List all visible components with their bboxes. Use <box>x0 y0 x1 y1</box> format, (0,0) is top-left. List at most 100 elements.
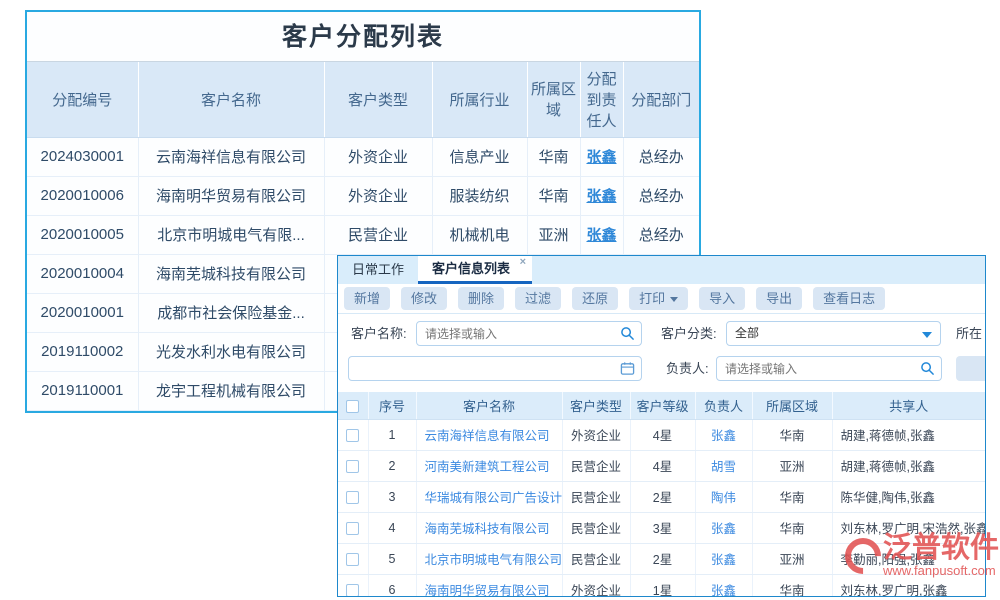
owner-link[interactable]: 张鑫 <box>586 149 616 166</box>
customer-type: 外资企业 <box>324 137 432 176</box>
select-all-checkbox[interactable] <box>346 400 359 413</box>
alloc-id-link[interactable]: 2020010004 <box>27 254 138 293</box>
customer-name-link[interactable]: 云南海祥信息有限公司 <box>138 137 324 176</box>
page-title: 客户分配列表 <box>27 12 699 62</box>
customer-name-link[interactable]: 成都市社会保险基金... <box>138 293 324 332</box>
row-checkbox[interactable] <box>346 553 359 566</box>
filter-button[interactable]: 过滤 <box>515 287 561 310</box>
col-header-grade: 客户等级 <box>630 392 695 419</box>
table-row: 3 华瑞城有限公司广告设计部 民营企业 2星 陶伟 华南 陈华健,陶伟,张鑫 <box>338 481 985 512</box>
customer-name-link[interactable]: 海南明华贸易有限公司 <box>425 584 550 597</box>
alloc-id-link[interactable]: 2020010006 <box>27 176 138 215</box>
table-row: 1 云南海祥信息有限公司 外资企业 4星 张鑫 华南 胡建,蒋德帧,张鑫 <box>338 419 985 450</box>
shared-people: 陈华健,陶伟,张鑫 <box>832 481 985 512</box>
col-header-customer-type: 客户类型 <box>324 62 432 137</box>
grade: 2星 <box>630 481 695 512</box>
customer-name-link[interactable]: 海南芜城科技有限公司 <box>425 522 550 536</box>
alloc-id-link[interactable]: 2019110001 <box>27 371 138 410</box>
clipped-button[interactable] <box>956 356 986 381</box>
owner-link[interactable]: 胡雪 <box>711 460 736 474</box>
seq: 4 <box>368 512 416 543</box>
customer-type: 外资企业 <box>562 574 630 597</box>
alloc-id-link[interactable]: 2019110002 <box>27 332 138 371</box>
seq: 5 <box>368 543 416 574</box>
owner-input[interactable] <box>716 356 942 381</box>
edit-button[interactable]: 修改 <box>401 287 447 310</box>
table-row: 5 北京市明城电气有限公司 民营企业 2星 张鑫 亚洲 李勤丽,阳强,张鑫 <box>338 543 985 574</box>
close-icon[interactable]: × <box>520 257 526 268</box>
col-header-customer-name: 客户名称 <box>416 392 562 419</box>
tab-customer-info-list[interactable]: 客户信息列表 × <box>418 256 532 284</box>
owner-link[interactable]: 陶伟 <box>711 491 736 505</box>
customer-table: 序号 客户名称 客户类型 客户等级 负责人 所属区域 共享人 1 云南海祥信息有… <box>338 392 985 597</box>
region: 华南 <box>527 176 580 215</box>
customer-type: 外资企业 <box>324 176 432 215</box>
owner-link[interactable]: 张鑫 <box>711 522 736 536</box>
print-button[interactable]: 打印 <box>629 287 688 310</box>
grade: 4星 <box>630 450 695 481</box>
search-icon[interactable] <box>920 361 935 376</box>
col-header-owner: 分配到责任人 <box>580 62 623 137</box>
customer-name-link[interactable]: 海南芜城科技有限公司 <box>138 254 324 293</box>
shared-people: 李勤丽,阳强,张鑫 <box>832 543 985 574</box>
row-checkbox[interactable] <box>346 584 359 597</box>
col-header-alloc-id: 分配编号 <box>27 62 138 137</box>
customer-type: 民营企业 <box>562 512 630 543</box>
owner-link[interactable]: 张鑫 <box>711 553 736 567</box>
owner-link[interactable]: 张鑫 <box>711 584 736 597</box>
customer-name-link[interactable]: 河南美新建筑工程公司 <box>425 460 550 474</box>
grade: 2星 <box>630 543 695 574</box>
view-log-button[interactable]: 查看日志 <box>813 287 885 310</box>
col-header-dept: 分配部门 <box>623 62 699 137</box>
seq: 3 <box>368 481 416 512</box>
grade: 1星 <box>630 574 695 597</box>
owner-link[interactable]: 张鑫 <box>586 227 616 244</box>
restore-button[interactable]: 还原 <box>572 287 618 310</box>
customer-name-link[interactable]: 北京市明城电气有限公司 <box>425 553 563 567</box>
date-input[interactable] <box>348 356 642 381</box>
owner-link[interactable]: 张鑫 <box>711 429 736 443</box>
dept: 总经办 <box>623 176 699 215</box>
row-checkbox[interactable] <box>346 491 359 504</box>
table-row: 2020010006 海南明华贸易有限公司 外资企业 服装纺织 华南 张鑫 总经… <box>27 176 699 215</box>
row-checkbox[interactable] <box>346 522 359 535</box>
shared-people: 刘东林,罗广明,宋浩然,张鑫 <box>832 512 985 543</box>
calendar-icon[interactable] <box>620 361 635 376</box>
chevron-down-icon[interactable] <box>922 332 932 338</box>
dept: 总经办 <box>623 215 699 254</box>
seq: 6 <box>368 574 416 597</box>
industry: 服装纺织 <box>432 176 527 215</box>
region: 华南 <box>752 419 832 450</box>
category-select[interactable]: 全部 <box>726 321 941 346</box>
search-icon[interactable] <box>620 326 635 341</box>
col-header-customer-name: 客户名称 <box>138 62 324 137</box>
region: 华南 <box>527 137 580 176</box>
customer-name-link[interactable]: 海南明华贸易有限公司 <box>138 176 324 215</box>
import-button[interactable]: 导入 <box>699 287 745 310</box>
customer-type: 民营企业 <box>324 215 432 254</box>
grade: 4星 <box>630 419 695 450</box>
region: 华南 <box>752 512 832 543</box>
alloc-id-link[interactable]: 2020010001 <box>27 293 138 332</box>
owner-link[interactable]: 张鑫 <box>586 188 616 205</box>
category-filter-label: 客户分类: <box>661 321 717 346</box>
industry: 信息产业 <box>432 137 527 176</box>
alloc-id-link[interactable]: 2020010005 <box>27 215 138 254</box>
customer-name-input[interactable] <box>416 321 642 346</box>
col-header-shared: 共享人 <box>832 392 985 419</box>
customer-name-link[interactable]: 北京市明城电气有限... <box>138 215 324 254</box>
customer-name-link[interactable]: 华瑞城有限公司广告设计部 <box>425 491 563 505</box>
customer-type: 民营企业 <box>562 481 630 512</box>
row-checkbox[interactable] <box>346 460 359 473</box>
delete-button[interactable]: 删除 <box>458 287 504 310</box>
customer-name-filter-label: 客户名称: <box>351 321 407 346</box>
customer-name-link[interactable]: 龙宇工程机械有限公司 <box>138 371 324 410</box>
customer-name-link[interactable]: 光发水利水电有限公司 <box>138 332 324 371</box>
alloc-id-link[interactable]: 2024030001 <box>27 137 138 176</box>
customer-name-link[interactable]: 云南海祥信息有限公司 <box>425 429 550 443</box>
tab-daily-work[interactable]: 日常工作 <box>338 256 418 284</box>
add-button[interactable]: 新增 <box>344 287 390 310</box>
export-button[interactable]: 导出 <box>756 287 802 310</box>
row-checkbox[interactable] <box>346 429 359 442</box>
tab-bar: 日常工作 客户信息列表 × <box>338 256 985 284</box>
